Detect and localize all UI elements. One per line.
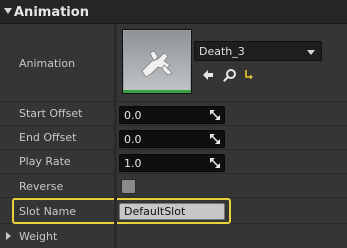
details-panel: Animation Animation Death_3 Start Offset… — [0, 0, 347, 248]
search-icon[interactable] — [223, 68, 237, 82]
animation-asset-combo[interactable]: Death_3 — [194, 41, 322, 61]
collapse-arrow-icon[interactable] — [4, 8, 12, 14]
animation-label: Animation — [19, 57, 76, 70]
animation-thumbnail[interactable] — [122, 29, 192, 94]
end-offset-value: 0.0 — [124, 133, 142, 146]
reverse-checkbox[interactable] — [121, 179, 136, 194]
expand-arrow-icon[interactable] — [6, 232, 11, 240]
section-title: Animation — [14, 5, 89, 20]
play-rate-label: Play Rate — [19, 155, 71, 168]
slot-name-highlight — [12, 198, 231, 224]
weight-label: Weight — [19, 230, 58, 243]
thumbnail-type-bar — [123, 90, 191, 93]
end-offset-label: End Offset — [19, 131, 77, 144]
use-selected-arrow-icon[interactable] — [201, 68, 215, 82]
start-offset-label: Start Offset — [19, 107, 83, 120]
browse-to-asset-icon[interactable] — [245, 69, 255, 80]
start-offset-value: 0.0 — [124, 109, 142, 122]
play-rate-field[interactable]: 1.0 — [119, 154, 225, 172]
start-offset-field[interactable]: 0.0 — [119, 106, 225, 124]
animation-asset-name: Death_3 — [199, 45, 245, 58]
end-offset-field[interactable]: 0.0 — [119, 130, 225, 148]
column-divider[interactable] — [114, 24, 117, 248]
row-reverse: Reverse — [0, 174, 347, 198]
chevron-down-icon — [307, 50, 315, 55]
row-weight[interactable]: Weight — [0, 224, 347, 248]
reverse-label: Reverse — [19, 180, 64, 193]
spin-drag-icon[interactable] — [210, 134, 220, 144]
spin-drag-icon[interactable] — [210, 158, 220, 168]
character-figure-icon — [141, 50, 173, 78]
play-rate-value: 1.0 — [124, 157, 142, 170]
thumbnail-image — [124, 31, 190, 90]
section-header-animation[interactable]: Animation — [0, 0, 347, 24]
spin-drag-icon[interactable] — [210, 110, 220, 120]
